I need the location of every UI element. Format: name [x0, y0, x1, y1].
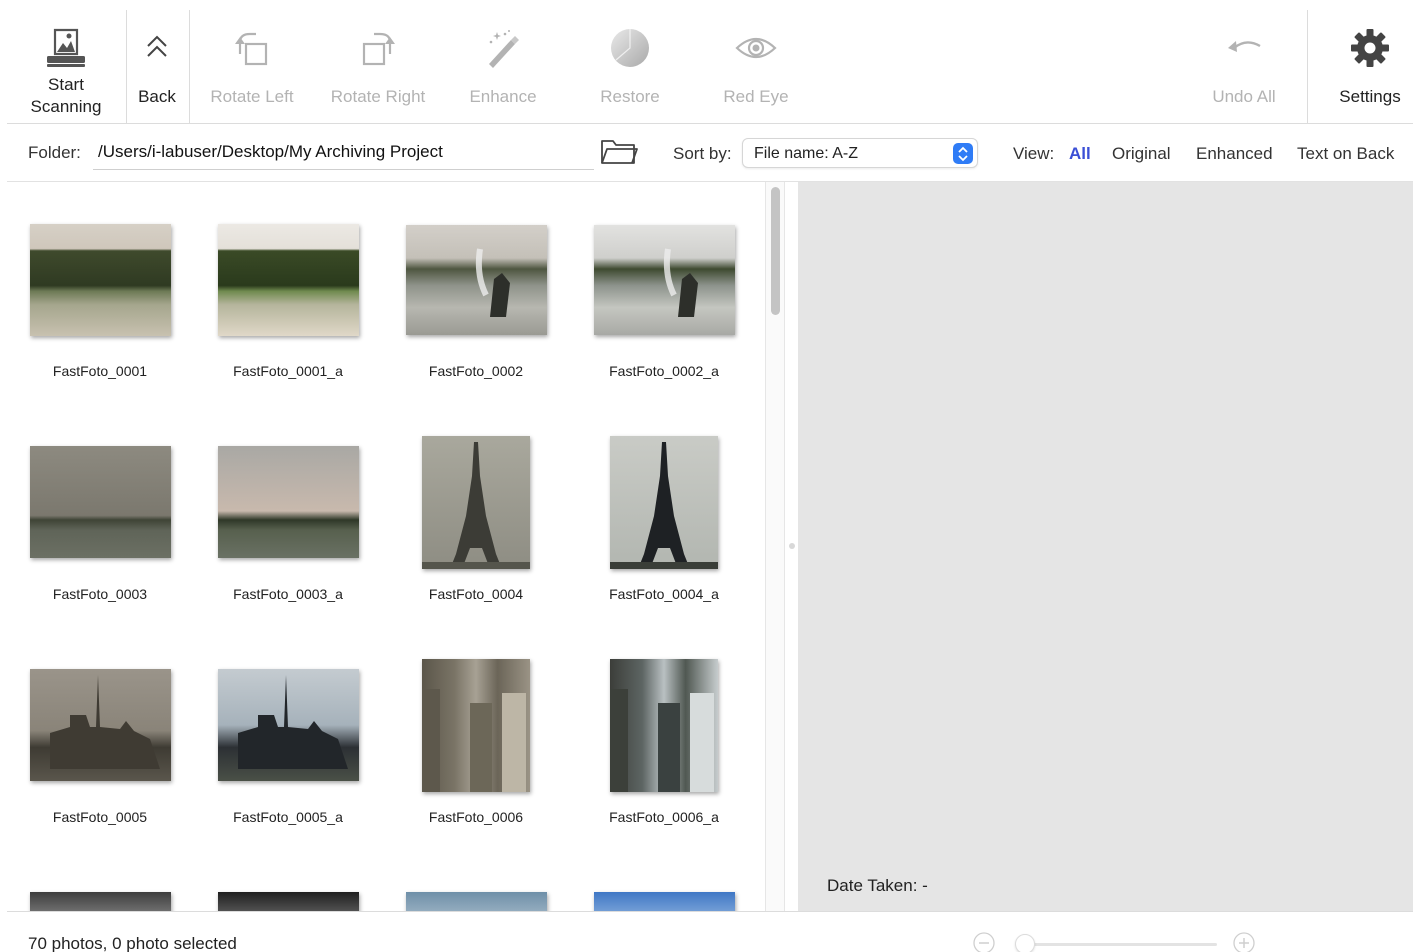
thumbnail-filename: FastFoto_0002_a	[609, 363, 719, 379]
restore-icon	[600, 24, 660, 72]
thumbnail-art	[610, 688, 714, 792]
zoom-slider-track[interactable]	[1017, 943, 1217, 946]
thumbnail-grid: FastFoto_0001 FastFoto_0001_a FastFoto_000…	[7, 182, 765, 911]
enhance-button[interactable]: Enhance	[463, 0, 543, 124]
thumbnail-art	[475, 248, 510, 317]
sort-value: File name: A-Z	[754, 145, 859, 162]
sort-select[interactable]: File name: A-Z	[742, 138, 978, 168]
grid-scrollbar-thumb[interactable]	[771, 187, 780, 315]
restore-button[interactable]: Restore	[590, 0, 670, 124]
folder-path-input[interactable]	[93, 134, 594, 170]
zoom-slider-knob[interactable]	[1015, 934, 1035, 952]
thumbnail-filename: FastFoto_0002	[428, 363, 524, 379]
thumbnail-art	[422, 441, 530, 569]
red-eye-label: Red Eye	[723, 87, 789, 106]
thumbnail-image[interactable]	[610, 658, 718, 792]
gear-icon	[1340, 24, 1400, 72]
select-chevrons-icon	[953, 143, 973, 164]
view-option-enhanced[interactable]: Enhanced	[1196, 144, 1273, 164]
thumbnail-filename: FastFoto_0005	[52, 809, 148, 825]
toolbar: Start Scanning Back Rotate Left Rotate R…	[7, 0, 1413, 124]
back-button[interactable]: Back	[127, 0, 187, 124]
scanner-icon	[36, 24, 96, 72]
thumbnail-image[interactable]	[29, 669, 171, 781]
thumbnail-filename: FastFoto_0006_a	[609, 809, 719, 825]
thumbnail-image[interactable]	[217, 446, 359, 558]
toolbar-divider	[189, 10, 190, 124]
zoom-in-icon	[1233, 932, 1255, 952]
thumbnail-filename: FastFoto_0004_a	[609, 586, 719, 602]
folder-bar: Folder: Sort by: File name: A-Z View: Al…	[7, 124, 1413, 182]
date-taken-label: Date Taken: -	[827, 876, 928, 895]
undo-all-button[interactable]: Undo All	[1204, 0, 1284, 124]
view-option-text-on-back[interactable]: Text on Back	[1297, 144, 1394, 164]
thumbnail-filename: FastFoto_0001_a	[233, 363, 343, 379]
folder-icon	[601, 140, 638, 164]
view-option-original[interactable]: Original	[1112, 144, 1171, 164]
thumbnail-filename: FastFoto_0003	[52, 586, 148, 602]
settings-label: Settings	[1339, 87, 1401, 106]
start-scanning-button[interactable]: Start Scanning	[7, 0, 125, 124]
thumbnail-image[interactable]	[29, 446, 171, 558]
thumbnail-filename: FastFoto_0006	[428, 809, 524, 825]
thumbnail-art	[610, 441, 718, 569]
rotate-left-icon	[222, 24, 282, 72]
photo-preview-panel: Date Taken: -	[798, 182, 1413, 911]
restore-label: Restore	[600, 87, 660, 106]
thumbnail-art	[237, 675, 348, 769]
undo-all-label: Undo All	[1212, 87, 1276, 106]
chevron-up-double-icon	[127, 24, 187, 72]
red-eye-button[interactable]: Red Eye	[716, 0, 796, 124]
thumbnail-image[interactable]	[30, 892, 171, 911]
grid-scrollbar[interactable]	[765, 182, 785, 911]
folder-browse-button[interactable]	[600, 138, 638, 166]
thumbnail-filename: FastFoto_0004	[428, 586, 524, 602]
back-label: Back	[138, 87, 176, 106]
thumbnail-image[interactable]	[29, 224, 171, 336]
thumbnail-image[interactable]	[594, 892, 735, 911]
undo-icon	[1214, 24, 1274, 72]
thumbnail-image[interactable]	[593, 225, 735, 335]
thumbnail-image[interactable]	[610, 435, 718, 569]
magic-wand-icon	[473, 24, 533, 72]
view-option-all[interactable]: All	[1069, 144, 1091, 164]
thumbnail-filename: FastFoto_0003_a	[233, 586, 343, 602]
folder-label: Folder:	[28, 143, 81, 162]
rotate-right-button[interactable]: Rotate Right	[323, 0, 433, 124]
thumbnail-image[interactable]	[218, 892, 359, 911]
thumbnail-image[interactable]	[405, 225, 547, 335]
thumbnail-image[interactable]	[422, 435, 530, 569]
splitter-handle[interactable]	[789, 543, 795, 549]
settings-button[interactable]: Settings	[1330, 0, 1410, 124]
thumbnail-art	[49, 675, 160, 769]
rotate-left-button[interactable]: Rotate Left	[201, 0, 303, 124]
start-scanning-label: Start Scanning	[30, 75, 102, 116]
thumbnail-art	[422, 688, 526, 792]
rotate-right-icon	[348, 24, 408, 72]
rotate-right-label: Rotate Right	[330, 87, 426, 106]
view-label: View:	[1013, 144, 1055, 163]
rotate-left-label: Rotate Left	[210, 87, 294, 106]
thumbnail-image[interactable]	[217, 224, 359, 336]
thumbnail-art	[663, 248, 698, 317]
zoom-in-button[interactable]	[1233, 932, 1255, 952]
thumbnail-image[interactable]	[422, 658, 530, 792]
selection-status: 70 photos, 0 photo selected	[28, 934, 237, 952]
thumbnail-image[interactable]	[217, 669, 359, 781]
eye-icon	[726, 24, 786, 72]
thumbnail-image[interactable]	[406, 892, 547, 911]
zoom-out-icon	[973, 932, 995, 952]
zoom-out-button[interactable]	[973, 932, 995, 952]
enhance-label: Enhance	[469, 87, 537, 106]
panel-splitter[interactable]	[785, 182, 798, 911]
status-bar: 70 photos, 0 photo selected	[7, 911, 1413, 952]
thumbnail-filename: FastFoto_0005_a	[233, 809, 343, 825]
toolbar-divider	[1307, 10, 1308, 124]
sort-label: Sort by:	[673, 144, 732, 163]
thumbnail-filename: FastFoto_0001	[52, 363, 148, 379]
